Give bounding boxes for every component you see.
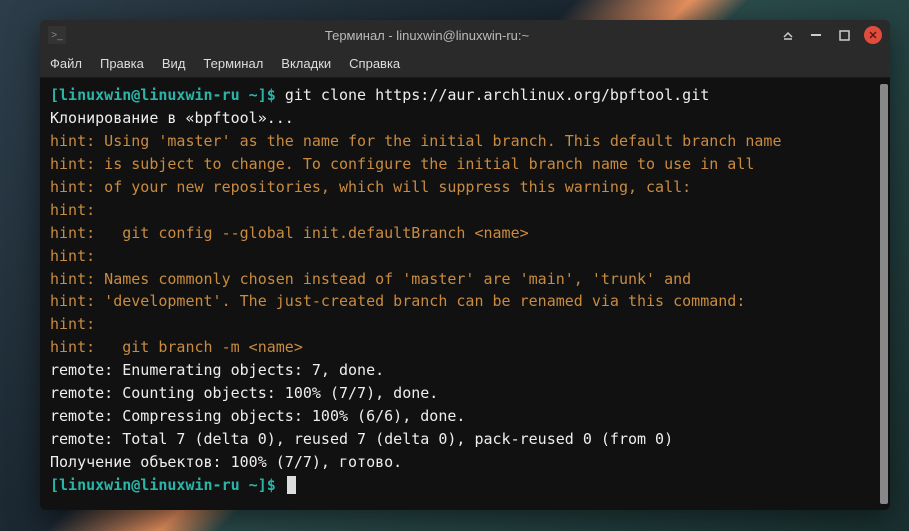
minimize-button[interactable] [780,27,796,43]
menu-help[interactable]: Справка [349,56,400,71]
output-cloning: Клонирование в «bpftool»... [50,107,880,130]
titlebar[interactable]: >_ Терминал - linuxwin@linuxwin-ru:~ ✕ [40,20,890,50]
menu-edit[interactable]: Правка [100,56,144,71]
hint-line: hint: [50,313,880,336]
window-title: Терминал - linuxwin@linuxwin-ru:~ [74,28,780,43]
terminal-window: >_ Терминал - linuxwin@linuxwin-ru:~ ✕ Ф… [40,20,890,510]
menu-tabs[interactable]: Вкладки [281,56,331,71]
hint-line: hint: git branch -m <name> [50,336,880,359]
command-text: git clone https://aur.archlinux.org/bpft… [285,86,709,104]
remote-line: remote: Counting objects: 100% (7/7), do… [50,382,880,405]
remote-line: remote: Total 7 (delta 0), reused 7 (del… [50,428,880,451]
hint-line: hint: [50,245,880,268]
close-button[interactable]: ✕ [864,26,882,44]
cursor [287,476,296,494]
menu-view[interactable]: Вид [162,56,186,71]
menubar: Файл Правка Вид Терминал Вкладки Справка [40,50,890,78]
remote-line: remote: Compressing objects: 100% (6/6),… [50,405,880,428]
hint-line: hint: of your new repositories, which wi… [50,176,880,199]
window-controls: ✕ [780,26,882,44]
terminal-app-icon: >_ [48,26,66,44]
prompt-line-1: [linuxwin@linuxwin-ru ~]$ git clone http… [50,84,880,107]
hint-line: hint: Using 'master' as the name for the… [50,130,880,153]
prompt-line-2: [linuxwin@linuxwin-ru ~]$ [50,474,880,497]
hint-line: hint: git config --global init.defaultBr… [50,222,880,245]
remote-line: remote: Enumerating objects: 7, done. [50,359,880,382]
hint-line: hint: Names commonly chosen instead of '… [50,268,880,291]
hint-line: hint: [50,199,880,222]
menu-file[interactable]: Файл [50,56,82,71]
maximize-button[interactable] [836,27,852,43]
hint-line: hint: 'development'. The just-created br… [50,290,880,313]
scrollbar[interactable] [880,84,888,504]
menu-terminal[interactable]: Терминал [203,56,263,71]
hide-button[interactable] [808,27,824,43]
output-receiving: Получение объектов: 100% (7/7), готово. [50,451,880,474]
hint-line: hint: is subject to change. To configure… [50,153,880,176]
terminal-output-area[interactable]: [linuxwin@linuxwin-ru ~]$ git clone http… [40,78,890,510]
